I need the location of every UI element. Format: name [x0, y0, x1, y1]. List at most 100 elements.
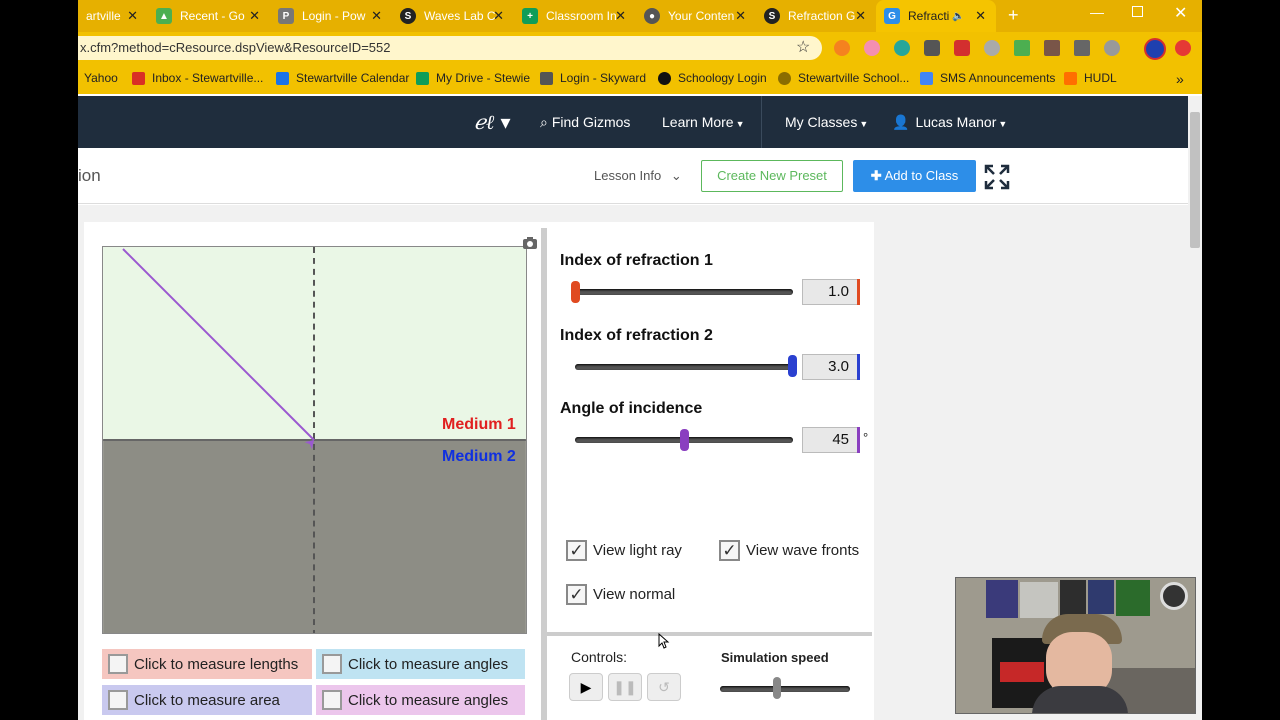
browser-tab[interactable]: S Refraction G ✕ — [756, 0, 876, 32]
restore-icon[interactable] — [1132, 6, 1143, 17]
tab-title: artville — [86, 9, 121, 23]
add-to-class-label: Add to Class — [884, 168, 959, 183]
medium2-label: Medium 2 — [442, 448, 516, 465]
site-navbar: ℯℓ ▾ ⌕ Find Gizmos Learn More ▼ My Classes… — [78, 96, 1188, 148]
bookmark[interactable]: Login - Skyward — [540, 71, 646, 85]
update-icon[interactable] — [1175, 40, 1191, 56]
checkmark-icon: ✓ — [566, 584, 587, 605]
view-wave-fronts-label: View wave fronts — [746, 542, 860, 559]
content-icon: ● — [644, 8, 660, 24]
angle-slider-handle[interactable] — [680, 429, 689, 451]
more-bookmarks-button[interactable]: » — [1176, 71, 1184, 87]
measure-angles-button[interactable]: Click to measure angles — [316, 649, 525, 679]
bookmark[interactable]: Stewartville School... — [778, 71, 909, 85]
extension-icon[interactable] — [1044, 40, 1060, 56]
new-tab-button[interactable]: + — [1008, 5, 1019, 26]
n2-slider-track[interactable] — [575, 364, 793, 370]
find-gizmos-link[interactable]: ⌕ Find Gizmos — [540, 114, 630, 131]
close-icon[interactable]: ✕ — [371, 8, 382, 24]
extension-icon[interactable] — [1104, 40, 1120, 56]
learn-more-menu[interactable]: Learn More ▼ — [662, 114, 745, 130]
window-close-icon[interactable]: ✕ — [1174, 3, 1187, 23]
minimize-icon[interactable]: — — [1090, 4, 1104, 20]
view-normal-checkbox[interactable]: ✓ View normal — [566, 584, 675, 605]
browser-tab[interactable]: ▲ Recent - Go ✕ — [148, 0, 270, 32]
pause-button[interactable]: ❚❚ — [608, 673, 642, 701]
bookmark-star-icon[interactable]: ☆ — [796, 37, 810, 57]
extension-icon[interactable] — [864, 40, 880, 56]
speed-slider-handle[interactable] — [773, 677, 781, 699]
bookmark-label: My Drive - Stewie — [436, 71, 531, 85]
close-icon[interactable]: ✕ — [127, 8, 138, 24]
close-icon[interactable]: ✕ — [975, 8, 986, 24]
n1-slider-handle[interactable] — [571, 281, 580, 303]
browser-tab-active[interactable]: G Refracti 🔈 ✕ — [876, 0, 996, 32]
profile-avatar[interactable] — [1144, 38, 1166, 60]
bookmark[interactable]: Yahoo — [84, 71, 118, 85]
reset-button[interactable]: ↺ — [647, 673, 681, 701]
bookmark[interactable]: SMS Announcements — [920, 71, 1055, 85]
caret-down-icon: ▼ — [998, 119, 1008, 129]
n2-slider-handle[interactable] — [788, 355, 797, 377]
scrollbar-thumb[interactable] — [1190, 112, 1200, 248]
extension-icon[interactable] — [954, 40, 970, 56]
browser-tab[interactable]: artville ✕ — [78, 0, 148, 32]
bookmark[interactable]: Schoology Login — [658, 71, 767, 85]
measure-area-button[interactable]: Click to measure area — [102, 685, 312, 715]
fullscreen-icon[interactable] — [984, 164, 1010, 190]
lesson-info-label: Lesson Info — [594, 168, 662, 183]
measure-angles-button[interactable]: Click to measure angles — [316, 685, 525, 715]
bookmark[interactable]: HUDL — [1064, 71, 1117, 85]
drive-icon: ▲ — [156, 8, 172, 24]
bookmark[interactable]: Inbox - Stewartville... — [132, 71, 263, 85]
speed-slider-track[interactable] — [720, 686, 850, 692]
close-icon[interactable]: ✕ — [615, 8, 626, 24]
lesson-info-dropdown[interactable]: Lesson Info ⌄ — [594, 168, 682, 184]
close-icon[interactable]: ✕ — [855, 8, 866, 24]
my-classes-menu[interactable]: My Classes ▼ — [785, 114, 868, 130]
bookmark-label: Yahoo — [84, 71, 118, 85]
docs-icon — [920, 71, 933, 85]
extension-icon[interactable] — [984, 40, 1000, 56]
browser-tab[interactable]: P Login - Pow ✕ — [270, 0, 392, 32]
browser-tab[interactable]: S Waves Lab C ✕ — [392, 0, 514, 32]
bookmark-label: Inbox - Stewartville... — [152, 71, 264, 85]
reset-icon: ↺ — [658, 678, 670, 695]
url-field[interactable]: x.cfm?method=cResource.dspView&ResourceI… — [78, 36, 822, 60]
add-to-class-button[interactable]: ✚ Add to Class — [853, 160, 976, 192]
close-icon[interactable]: ✕ — [249, 8, 260, 24]
view-wave-fronts-checkbox[interactable]: ✓ View wave fronts — [719, 540, 859, 561]
extension-icon[interactable] — [1074, 40, 1090, 56]
view-light-ray-checkbox[interactable]: ✓ View light ray — [566, 540, 682, 561]
close-icon[interactable]: ✕ — [735, 8, 746, 24]
tab-title: Classroom In — [546, 9, 617, 23]
extension-icon[interactable] — [834, 40, 850, 56]
create-new-preset-button[interactable]: Create New Preset — [701, 160, 843, 192]
calendar-icon — [276, 71, 289, 85]
bookmark[interactable]: Stewartville Calendar — [276, 71, 409, 85]
measure-area-label: Click to measure area — [134, 691, 280, 709]
bookmark[interactable]: My Drive - Stewie — [416, 71, 530, 85]
explorelearning-logo-icon[interactable]: ℯℓ ▾ — [474, 110, 511, 135]
n2-value-field[interactable]: 3.0 — [802, 354, 858, 380]
n1-slider-track[interactable] — [575, 289, 793, 295]
measure-lengths-button[interactable]: Click to measure lengths — [102, 649, 312, 679]
user-icon: 👤 — [892, 114, 910, 130]
extension-icon[interactable] — [924, 40, 940, 56]
browser-tab[interactable]: + Classroom In ✕ — [514, 0, 636, 32]
n1-value-field[interactable]: 1.0 — [802, 279, 858, 305]
play-button[interactable]: ▶ — [569, 673, 603, 701]
close-icon[interactable]: ✕ — [493, 8, 504, 24]
simulation-canvas[interactable] — [102, 246, 527, 634]
browser-tab[interactable]: ● Your Conten ✕ — [636, 0, 756, 32]
angle-color-bar — [857, 427, 860, 453]
extension-icon[interactable] — [1014, 40, 1030, 56]
drive-icon — [416, 71, 429, 85]
camera-icon[interactable] — [522, 236, 538, 250]
extension-icon[interactable] — [894, 40, 910, 56]
user-menu[interactable]: 👤 Lucas Manor ▼ — [892, 114, 1007, 131]
audio-icon[interactable]: 🔈 — [952, 11, 964, 22]
sim-speed-label: Simulation speed — [721, 650, 829, 665]
view-normal-label: View normal — [593, 586, 676, 603]
angle-value-field[interactable]: 45 — [802, 427, 858, 453]
